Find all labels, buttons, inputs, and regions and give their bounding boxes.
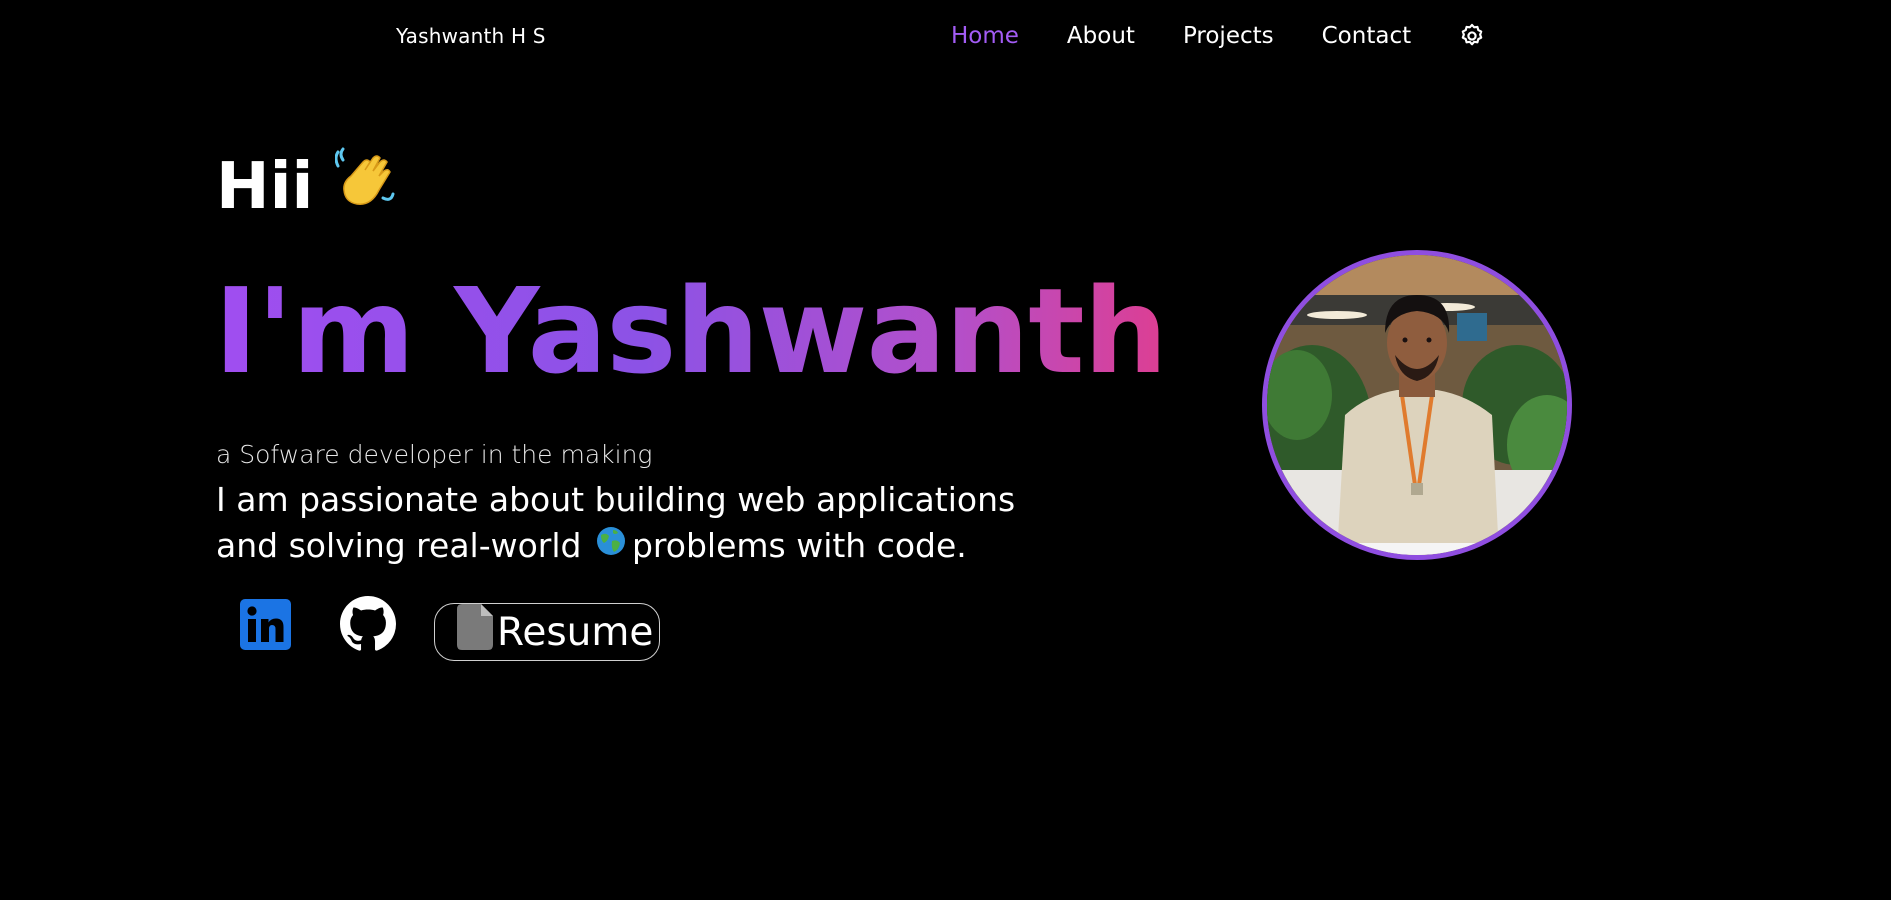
- nav-home[interactable]: Home: [951, 20, 1019, 52]
- resume-button[interactable]: Resume: [434, 603, 661, 661]
- linkedin-icon[interactable]: [240, 598, 291, 654]
- gear-icon[interactable]: [1457, 21, 1487, 51]
- bio-text: I am passionate about building web appli…: [216, 477, 1076, 571]
- main-nav: Home About Projects Contact: [951, 20, 1487, 52]
- nav-contact[interactable]: Contact: [1322, 20, 1411, 52]
- social-links: Resume: [240, 596, 661, 661]
- brand-name[interactable]: Yashwanth H S: [396, 24, 546, 48]
- waving-hand-icon: [334, 146, 397, 227]
- tagline: a Sofware developer in the making: [216, 440, 653, 469]
- nav-projects[interactable]: Projects: [1183, 20, 1274, 52]
- profile-photo: [1262, 250, 1572, 560]
- resume-label: Resume: [497, 609, 654, 655]
- document-icon: [457, 604, 493, 660]
- greeting: Hii: [216, 146, 397, 227]
- hero-headline: I'm Yashwanth: [214, 262, 1168, 400]
- greeting-text: Hii: [216, 149, 314, 224]
- globe-icon: [596, 522, 626, 568]
- page: Yashwanth H S Home About Projects Contac…: [0, 0, 1891, 900]
- github-icon[interactable]: [340, 596, 396, 656]
- nav-about[interactable]: About: [1067, 20, 1135, 52]
- bio-part-2: problems with code.: [631, 526, 967, 565]
